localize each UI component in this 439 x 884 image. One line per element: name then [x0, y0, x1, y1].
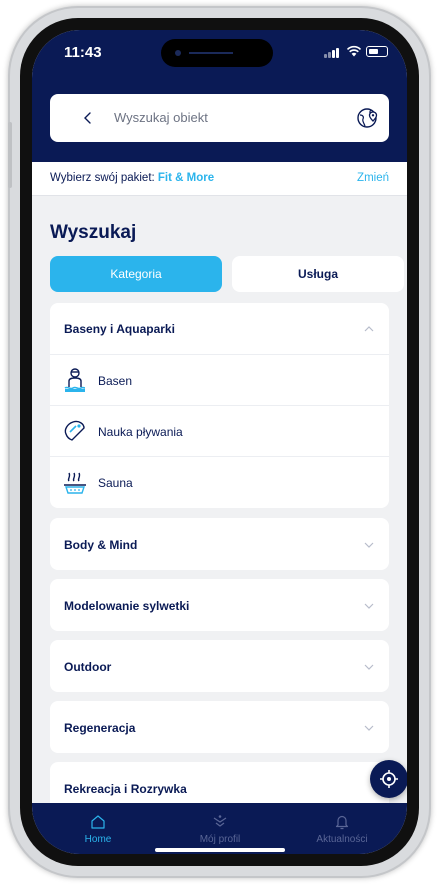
list-item-sauna[interactable]: Sauna	[50, 456, 389, 507]
pool-icon	[64, 368, 86, 392]
list-item-label: Nauka pływania	[98, 425, 183, 439]
category-card[interactable]: Regeneracja	[50, 701, 389, 753]
wifi-icon	[346, 45, 362, 57]
phone-bezel: 11:43 Wyszukaj obiekt Wybierz swój pakie…	[20, 18, 419, 866]
change-package-link[interactable]: Zmień	[357, 172, 389, 184]
category-header[interactable]: Baseny i Aquaparki	[50, 303, 389, 354]
category-card[interactable]: Modelowanie sylwetki	[50, 579, 389, 631]
tab-home[interactable]: Home	[53, 813, 143, 853]
category-title: Outdoor	[64, 660, 112, 674]
phone-side-button	[8, 122, 12, 188]
tab-label: Mój profil	[199, 834, 241, 845]
category-title: Body & Mind	[64, 538, 138, 552]
package-bar: Wybierz swój pakiet: Fit & More Zmień	[32, 162, 407, 196]
tab-service[interactable]: Usługa	[232, 256, 404, 292]
signal-bar	[328, 52, 331, 58]
package-prefix: Wybierz swój pakiet:	[50, 172, 158, 184]
bell-icon	[335, 815, 349, 830]
dynamic-island	[161, 39, 273, 67]
island-indicator	[189, 52, 233, 54]
bottom-tab-bar: Home Mój profil Aktualności	[32, 803, 407, 854]
signal-bar	[332, 50, 335, 58]
category-title: Baseny i Aquaparki	[64, 322, 175, 336]
home-indicator[interactable]	[155, 848, 285, 852]
chevron-down-icon[interactable]	[363, 602, 375, 610]
chevron-down-icon[interactable]	[363, 663, 375, 671]
profile-icon	[213, 815, 227, 827]
sauna-icon	[64, 472, 86, 494]
camera-dot	[175, 50, 181, 56]
list-item-basen[interactable]: Basen	[50, 354, 389, 405]
page-title: Wyszukaj	[50, 222, 137, 243]
category-title: Regeneracja	[64, 721, 136, 735]
list-item-label: Sauna	[98, 476, 133, 490]
category-card[interactable]: Body & Mind	[50, 518, 389, 570]
chevron-down-icon[interactable]	[363, 541, 375, 549]
battery-level	[368, 48, 378, 54]
tab-label: Home	[84, 834, 112, 845]
signal-bar	[324, 54, 327, 58]
globe-pin-icon[interactable]	[356, 106, 380, 130]
category-card[interactable]: Outdoor	[50, 640, 389, 692]
tab-news[interactable]: Aktualności	[297, 813, 387, 853]
category-title: Modelowanie sylwetki	[64, 599, 190, 613]
chevron-left-icon[interactable]	[80, 109, 96, 127]
category-card-expanded: Baseny i Aquaparki Basen Nauka pływania …	[50, 303, 389, 508]
status-time: 11:43	[64, 44, 102, 61]
home-icon	[91, 815, 105, 829]
list-item-label: Basen	[98, 374, 133, 388]
search-input[interactable]: Wyszukaj obiekt	[114, 110, 208, 125]
tab-category[interactable]: Kategoria	[50, 256, 222, 292]
chevron-up-icon[interactable]	[363, 325, 375, 333]
package-name: Fit & More	[157, 172, 215, 184]
crosshair-icon	[380, 770, 398, 788]
tab-label: Aktualności	[316, 834, 368, 845]
tab-my-profile[interactable]: Mój profil	[175, 813, 265, 853]
swimming-cap-icon	[64, 420, 85, 441]
app-screen: 11:43 Wyszukaj obiekt Wybierz swój pakie…	[32, 30, 407, 854]
status-bar: 11:43	[32, 30, 407, 70]
package-label: Wybierz swój pakiet: Fit & More	[50, 172, 214, 184]
category-title: Rekreacja i Rozrywka	[64, 782, 187, 796]
signal-bar	[336, 48, 339, 58]
locate-me-button[interactable]	[370, 760, 407, 798]
battery-icon	[366, 46, 388, 57]
header: 11:43 Wyszukaj obiekt	[32, 30, 407, 162]
search-box[interactable]: Wyszukaj obiekt	[50, 94, 389, 142]
status-icons	[324, 44, 394, 60]
list-item-nauka-plywania[interactable]: Nauka pływania	[50, 405, 389, 456]
chevron-down-icon[interactable]	[363, 724, 375, 732]
